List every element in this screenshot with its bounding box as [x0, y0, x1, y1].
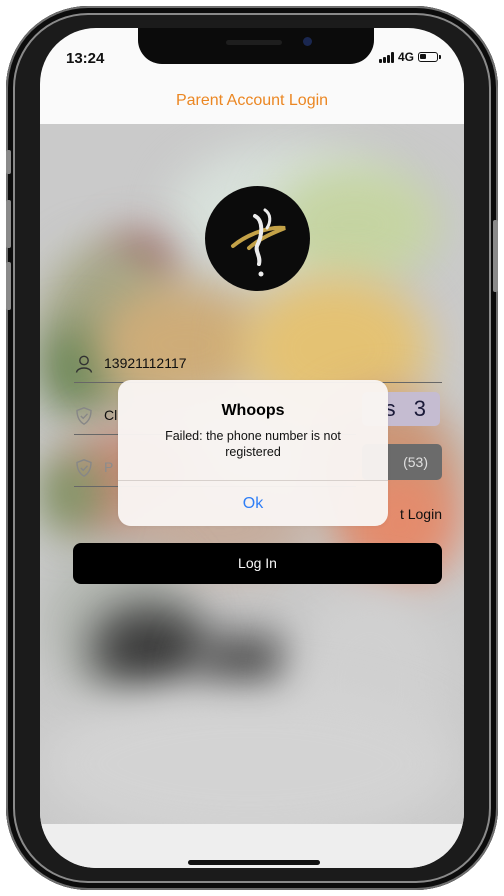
volume-down-button [6, 262, 11, 310]
speaker-grille [226, 40, 282, 45]
phone-screen: Parent Account Login 13921112117 Cl s 3 [40, 28, 464, 868]
cellular-signal-icon [378, 51, 394, 63]
alert-message: Failed: the phone number is not register… [165, 429, 341, 459]
ok-button[interactable]: Ok [118, 481, 388, 526]
mute-switch [6, 150, 11, 174]
power-button [493, 220, 498, 292]
notch [138, 28, 374, 64]
alert-title: Whoops [221, 402, 285, 419]
status-indicators: 4G [378, 50, 441, 64]
battery-icon [418, 52, 441, 62]
alert-dialog: Whoops Failed: the phone number is not r… [118, 380, 388, 526]
front-camera [303, 37, 312, 46]
status-time: 13:24 [66, 50, 105, 67]
network-type: 4G [397, 50, 414, 64]
volume-up-button [6, 200, 11, 248]
